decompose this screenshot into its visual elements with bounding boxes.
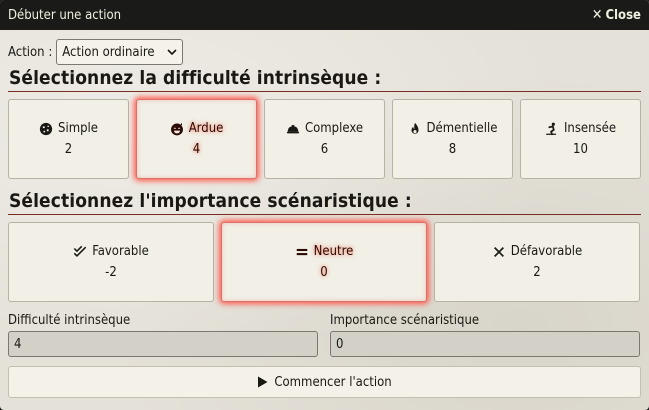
window-titlebar[interactable]: Débuter une action ✕ Close — [0, 0, 649, 30]
double-check-icon — [73, 245, 87, 257]
importance-option-value: -2 — [105, 265, 117, 280]
importance-option-value: 0 — [320, 265, 328, 280]
difficulty-option-insensee[interactable]: Insensée 10 — [520, 99, 641, 179]
difficulty-option-value: 2 — [64, 142, 73, 157]
difficulty-option-value: 4 — [192, 142, 201, 157]
hard-hat-icon — [286, 124, 300, 133]
difficulty-option-value: 8 — [448, 142, 457, 157]
importance-option-defavorable[interactable]: Défavorable 2 — [434, 222, 640, 302]
importance-option-value: 2 — [533, 265, 541, 280]
difficulty-option-label: Insensée — [563, 121, 617, 136]
action-row: Action : Action ordinaire — [8, 39, 641, 65]
difficulty-option-simple[interactable]: Simple 2 — [8, 99, 129, 179]
cookie-icon — [39, 122, 53, 135]
difficulty-option-value: 6 — [320, 142, 329, 157]
importance-heading: Sélectionnez l'importance scénaristique … — [8, 189, 641, 215]
difficulty-option-dementielle[interactable]: Démentielle 8 — [392, 99, 513, 179]
difficulty-field-label: Difficulté intrinsèque — [8, 313, 131, 328]
importance-field-label: Importance scénaristique — [330, 313, 480, 328]
difficulty-option-complexe[interactable]: Complexe 6 — [264, 99, 385, 179]
start-action-label: Commencer l'action — [274, 374, 392, 390]
importance-options: Favorable -2 Neutre 0 Défavorable 2 — [8, 222, 641, 302]
skiing-person-icon — [546, 122, 557, 135]
close-label: Close — [605, 7, 641, 23]
dialog-content: Action : Action ordinaire Sélectionnez l… — [8, 39, 641, 398]
difficulty-option-label: Complexe — [304, 121, 364, 136]
difficulty-option-label: Ardue — [188, 121, 224, 136]
chevron-down-icon — [167, 49, 177, 56]
difficulty-option-label: Simple — [58, 121, 98, 136]
importance-option-favorable[interactable]: Favorable -2 — [8, 222, 214, 302]
play-icon — [258, 376, 268, 388]
close-button[interactable]: ✕ Close — [592, 7, 641, 23]
action-label: Action : — [8, 44, 53, 60]
importance-option-label: Défavorable — [510, 244, 583, 259]
grin-beam-sweat-icon — [170, 122, 183, 135]
action-dialog: Débuter une action ✕ Close Action : Acti… — [0, 0, 649, 410]
importance-option-label: Favorable — [92, 244, 149, 259]
importance-field: Importance scénaristique 0 — [330, 313, 640, 357]
difficulty-field-input[interactable]: 4 — [8, 331, 318, 357]
importance-option-neutre[interactable]: Neutre 0 — [221, 222, 427, 302]
difficulty-heading: Sélectionnez la difficulté intrinsèque : — [8, 66, 641, 92]
importance-option-label: Neutre — [313, 244, 354, 259]
difficulty-option-label: Démentielle — [426, 121, 498, 136]
difficulty-option-ardue[interactable]: Ardue 4 — [136, 99, 257, 179]
importance-field-input[interactable]: 0 — [330, 331, 640, 357]
start-action-button[interactable]: Commencer l'action — [8, 366, 641, 398]
fire-icon — [411, 122, 419, 134]
close-icon: ✕ — [591, 7, 603, 23]
action-select-value: Action ordinaire — [62, 44, 155, 60]
difficulty-field: Difficulté intrinsèque 4 — [8, 313, 318, 357]
difficulty-option-value: 10 — [573, 142, 588, 157]
summary-fields: Difficulté intrinsèque 4 Importance scén… — [8, 313, 641, 357]
action-select[interactable]: Action ordinaire — [56, 39, 184, 65]
window-title: Débuter une action — [8, 7, 122, 23]
x-icon — [493, 246, 504, 257]
difficulty-options: Simple 2 Ardue 4 Complexe 6 Démentielle … — [8, 99, 641, 179]
equals-icon — [296, 248, 307, 255]
